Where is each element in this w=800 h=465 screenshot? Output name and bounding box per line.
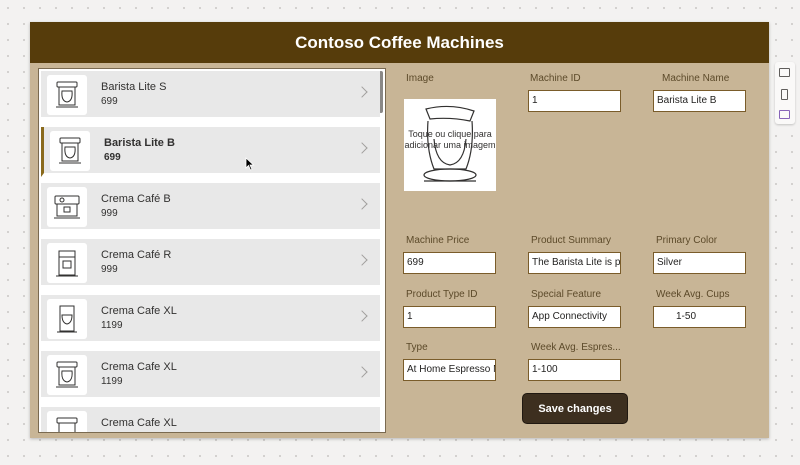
gallery-item-name: Crema Café B (101, 193, 171, 205)
gallery-item[interactable]: Crema Cafe XL 1199 (41, 295, 380, 345)
image-picker[interactable]: Toque ou clique para adicionar uma image… (404, 99, 496, 191)
image-hint: Toque ou clique para adicionar uma image… (404, 129, 496, 150)
machine-price-label: Machine Price (406, 235, 470, 246)
gallery-item-price: 699 (101, 96, 118, 107)
machine-id-label: Machine ID (530, 73, 581, 84)
coffee-machine-icon (47, 75, 87, 115)
gallery-item[interactable]: Crema Cafe XL (41, 407, 380, 432)
chevron-right-icon[interactable] (356, 198, 368, 210)
app-header: Contoso Coffee Machines (30, 22, 769, 63)
gallery-item-name: Crema Cafe XL (101, 361, 177, 373)
product-type-id-input[interactable]: 1 (403, 306, 496, 328)
gallery-item-price: 999 (101, 264, 118, 275)
gallery-item-name: Crema Cafe XL (101, 417, 177, 429)
week-avg-espresso-input[interactable]: 1-100 (528, 359, 621, 381)
espresso-machine-icon (47, 243, 87, 283)
image-label: Image (406, 73, 434, 84)
special-feature-label: Special Feature (531, 289, 602, 300)
machine-price-input[interactable]: 699 (403, 252, 496, 274)
coffee-machine-icon (47, 299, 87, 339)
coffee-machine-icon (47, 355, 87, 395)
gallery-item[interactable]: Barista Lite S 699 (41, 71, 380, 121)
week-avg-cups-input[interactable]: 1-50 (653, 306, 746, 328)
coffee-machine-icon (47, 411, 87, 432)
monitor-icon[interactable] (779, 68, 790, 77)
gallery-item-name: Crema Cafe XL (101, 305, 177, 317)
machine-id-input[interactable]: 1 (528, 90, 621, 112)
product-summary-label: Product Summary (531, 235, 612, 246)
gallery-item-price: 1199 (101, 376, 123, 387)
chevron-right-icon[interactable] (356, 142, 368, 154)
primary-color-label: Primary Color (656, 235, 718, 246)
gallery-item-price: 699 (104, 152, 121, 163)
chevron-right-icon[interactable] (356, 310, 368, 322)
week-avg-cups-label: Week Avg. Cups (656, 289, 730, 300)
week-avg-espresso-label: Week Avg. Espres... (531, 342, 621, 353)
mouse-cursor-icon (245, 157, 255, 171)
machine-name-label: Machine Name (662, 73, 730, 84)
app-canvas: Contoso Coffee Machines Barista Lite S 6… (30, 22, 769, 438)
chevron-right-icon[interactable] (356, 254, 368, 266)
machine-name-input[interactable]: Barista Lite B (653, 90, 746, 112)
chevron-right-icon[interactable] (356, 86, 368, 98)
device-toolbar (775, 62, 795, 124)
coffee-machine-icon (50, 131, 90, 171)
app-title: Contoso Coffee Machines (295, 32, 504, 52)
type-input[interactable]: At Home Espresso M (403, 359, 496, 381)
gallery-item-name: Crema Café R (101, 249, 172, 261)
chevron-right-icon[interactable] (356, 366, 368, 378)
phone-icon[interactable] (781, 89, 788, 100)
type-label: Type (406, 342, 428, 353)
gallery-item[interactable]: Crema Café R 999 (41, 239, 380, 289)
gallery-item-price: 999 (101, 208, 118, 219)
gallery-item[interactable]: Crema Cafe XL 1199 (41, 351, 380, 401)
machine-gallery[interactable]: Barista Lite S 699 Barista Lite B 699 Cr… (38, 68, 386, 433)
espresso-machine-icon (47, 187, 87, 227)
gallery-item-selected[interactable]: Barista Lite B 699 (41, 127, 380, 177)
product-type-id-label: Product Type ID (406, 289, 478, 300)
product-summary-input[interactable]: The Barista Lite is pe (528, 252, 621, 274)
calendar-icon[interactable] (779, 110, 790, 119)
gallery-item[interactable]: Crema Café B 999 (41, 183, 380, 233)
primary-color-input[interactable]: Silver (653, 252, 746, 274)
gallery-item-name: Barista Lite B (104, 137, 175, 149)
gallery-item-name: Barista Lite S (101, 81, 167, 93)
save-changes-button[interactable]: Save changes (522, 393, 628, 424)
special-feature-input[interactable]: App Connectivity (528, 306, 621, 328)
gallery-item-price: 1199 (101, 320, 123, 331)
